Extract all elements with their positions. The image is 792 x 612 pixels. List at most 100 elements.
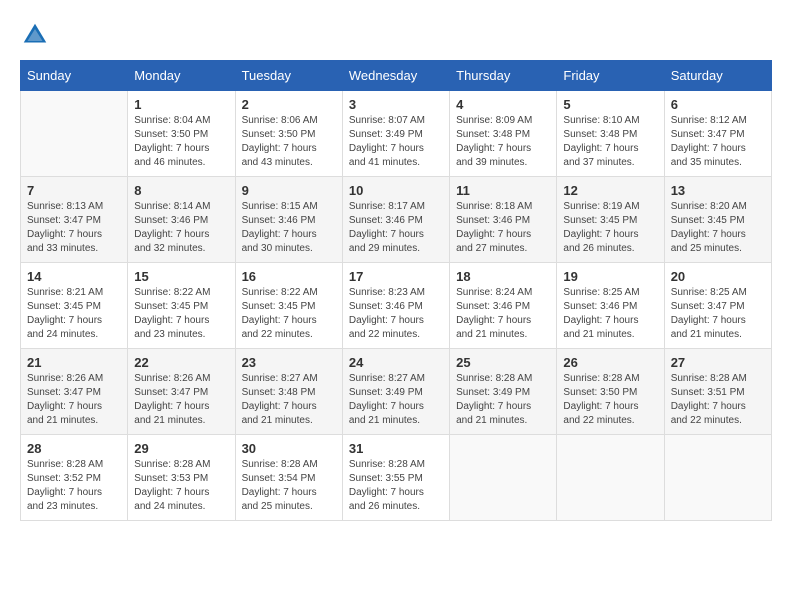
day-info: Sunrise: 8:06 AMSunset: 3:50 PMDaylight:…: [242, 114, 336, 170]
day-info: Sunrise: 8:13 AMSunset: 3:47 PMDaylight:…: [27, 200, 121, 256]
day-info: Sunrise: 8:14 AMSunset: 3:46 PMDaylight:…: [134, 200, 228, 256]
day-number: 30: [242, 441, 336, 456]
day-info: Sunrise: 8:28 AMSunset: 3:49 PMDaylight:…: [456, 372, 550, 428]
calendar-week-row: 28 Sunrise: 8:28 AMSunset: 3:52 PMDayligh…: [21, 435, 772, 521]
day-info: Sunrise: 8:19 AMSunset: 3:45 PMDaylight:…: [563, 200, 657, 256]
calendar-cell: [21, 91, 128, 177]
calendar-cell: 8 Sunrise: 8:14 AMSunset: 3:46 PMDaylight…: [128, 177, 235, 263]
day-number: 10: [349, 183, 443, 198]
calendar-cell: 26 Sunrise: 8:28 AMSunset: 3:50 PMDayligh…: [557, 349, 664, 435]
day-info: Sunrise: 8:25 AMSunset: 3:47 PMDaylight:…: [671, 286, 765, 342]
calendar-cell: 21 Sunrise: 8:26 AMSunset: 3:47 PMDayligh…: [21, 349, 128, 435]
day-number: 5: [563, 97, 657, 112]
day-info: Sunrise: 8:28 AMSunset: 3:54 PMDaylight:…: [242, 458, 336, 514]
calendar-cell: 15 Sunrise: 8:22 AMSunset: 3:45 PMDayligh…: [128, 263, 235, 349]
day-number: 2: [242, 97, 336, 112]
day-header-tuesday: Tuesday: [235, 61, 342, 91]
day-number: 19: [563, 269, 657, 284]
calendar-cell: 24Sunrise: 8:27 AMSunset: 3:49 PMDayligh…: [342, 349, 449, 435]
day-number: 7: [27, 183, 121, 198]
day-info: Sunrise: 8:04 AMSunset: 3:50 PMDaylight:…: [134, 114, 228, 170]
day-number: 29: [134, 441, 228, 456]
calendar-cell: 22 Sunrise: 8:26 AMSunset: 3:47 PMDayligh…: [128, 349, 235, 435]
day-info: Sunrise: 8:27 AMSunset: 3:48 PMDaylight:…: [242, 372, 336, 428]
day-header-monday: Monday: [128, 61, 235, 91]
day-info: Sunrise: 8:22 AMSunset: 3:45 PMDaylight:…: [242, 286, 336, 342]
calendar-week-row: 7 Sunrise: 8:13 AMSunset: 3:47 PMDaylight…: [21, 177, 772, 263]
day-info: Sunrise: 8:27 AMSunset: 3:49 PMDaylight:…: [349, 372, 443, 428]
day-number: 20: [671, 269, 765, 284]
day-number: 31: [349, 441, 443, 456]
calendar-cell: 14 Sunrise: 8:21 AMSunset: 3:45 PMDayligh…: [21, 263, 128, 349]
day-number: 6: [671, 97, 765, 112]
calendar-cell: 7 Sunrise: 8:13 AMSunset: 3:47 PMDaylight…: [21, 177, 128, 263]
day-info: Sunrise: 8:28 AMSunset: 3:52 PMDaylight:…: [27, 458, 121, 514]
calendar-cell: 3 Sunrise: 8:07 AMSunset: 3:49 PMDaylight…: [342, 91, 449, 177]
calendar-cell: [664, 435, 771, 521]
calendar-cell: 10Sunrise: 8:17 AMSunset: 3:46 PMDayligh…: [342, 177, 449, 263]
calendar-cell: 1 Sunrise: 8:04 AMSunset: 3:50 PMDaylight…: [128, 91, 235, 177]
day-number: 15: [134, 269, 228, 284]
day-number: 14: [27, 269, 121, 284]
day-number: 18: [456, 269, 550, 284]
day-header-sunday: Sunday: [21, 61, 128, 91]
day-number: 8: [134, 183, 228, 198]
day-number: 25: [456, 355, 550, 370]
calendar-table: SundayMondayTuesdayWednesdayThursdayFrid…: [20, 60, 772, 521]
day-number: 1: [134, 97, 228, 112]
calendar-cell: 18 Sunrise: 8:24 AMSunset: 3:46 PMDayligh…: [450, 263, 557, 349]
logo-icon: [20, 20, 50, 50]
day-header-wednesday: Wednesday: [342, 61, 449, 91]
calendar-cell: 12 Sunrise: 8:19 AMSunset: 3:45 PMDayligh…: [557, 177, 664, 263]
day-number: 13: [671, 183, 765, 198]
calendar-week-row: 21 Sunrise: 8:26 AMSunset: 3:47 PMDayligh…: [21, 349, 772, 435]
day-number: 17: [349, 269, 443, 284]
day-info: Sunrise: 8:28 AMSunset: 3:50 PMDaylight:…: [563, 372, 657, 428]
day-info: Sunrise: 8:24 AMSunset: 3:46 PMDaylight:…: [456, 286, 550, 342]
calendar-cell: 4 Sunrise: 8:09 AMSunset: 3:48 PMDaylight…: [450, 91, 557, 177]
day-header-saturday: Saturday: [664, 61, 771, 91]
day-number: 21: [27, 355, 121, 370]
calendar-cell: 2 Sunrise: 8:06 AMSunset: 3:50 PMDaylight…: [235, 91, 342, 177]
day-number: 28: [27, 441, 121, 456]
calendar-cell: 27Sunrise: 8:28 AMSunset: 3:51 PMDayligh…: [664, 349, 771, 435]
day-info: Sunrise: 8:07 AMSunset: 3:49 PMDaylight:…: [349, 114, 443, 170]
calendar-cell: 25 Sunrise: 8:28 AMSunset: 3:49 PMDayligh…: [450, 349, 557, 435]
calendar-cell: 23Sunrise: 8:27 AMSunset: 3:48 PMDayligh…: [235, 349, 342, 435]
day-number: 12: [563, 183, 657, 198]
calendar-cell: 28 Sunrise: 8:28 AMSunset: 3:52 PMDayligh…: [21, 435, 128, 521]
day-header-friday: Friday: [557, 61, 664, 91]
day-info: Sunrise: 8:21 AMSunset: 3:45 PMDaylight:…: [27, 286, 121, 342]
day-number: 9: [242, 183, 336, 198]
day-number: 26: [563, 355, 657, 370]
calendar-week-row: 14 Sunrise: 8:21 AMSunset: 3:45 PMDayligh…: [21, 263, 772, 349]
day-header-thursday: Thursday: [450, 61, 557, 91]
calendar-header-row: SundayMondayTuesdayWednesdayThursdayFrid…: [21, 61, 772, 91]
day-info: Sunrise: 8:25 AMSunset: 3:46 PMDaylight:…: [563, 286, 657, 342]
day-info: Sunrise: 8:26 AMSunset: 3:47 PMDaylight:…: [134, 372, 228, 428]
calendar-cell: 16Sunrise: 8:22 AMSunset: 3:45 PMDayligh…: [235, 263, 342, 349]
day-info: Sunrise: 8:28 AMSunset: 3:55 PMDaylight:…: [349, 458, 443, 514]
day-number: 3: [349, 97, 443, 112]
calendar-cell: 30 Sunrise: 8:28 AMSunset: 3:54 PMDayligh…: [235, 435, 342, 521]
day-number: 4: [456, 97, 550, 112]
calendar-cell: [557, 435, 664, 521]
page-header: [20, 20, 772, 50]
day-info: Sunrise: 8:18 AMSunset: 3:46 PMDaylight:…: [456, 200, 550, 256]
logo: [20, 20, 54, 50]
day-info: Sunrise: 8:23 AMSunset: 3:46 PMDaylight:…: [349, 286, 443, 342]
calendar-cell: 9 Sunrise: 8:15 AMSunset: 3:46 PMDaylight…: [235, 177, 342, 263]
day-info: Sunrise: 8:12 AMSunset: 3:47 PMDaylight:…: [671, 114, 765, 170]
day-info: Sunrise: 8:28 AMSunset: 3:51 PMDaylight:…: [671, 372, 765, 428]
day-info: Sunrise: 8:22 AMSunset: 3:45 PMDaylight:…: [134, 286, 228, 342]
day-info: Sunrise: 8:26 AMSunset: 3:47 PMDaylight:…: [27, 372, 121, 428]
calendar-cell: 17 Sunrise: 8:23 AMSunset: 3:46 PMDayligh…: [342, 263, 449, 349]
calendar-cell: 31 Sunrise: 8:28 AMSunset: 3:55 PMDayligh…: [342, 435, 449, 521]
day-info: Sunrise: 8:09 AMSunset: 3:48 PMDaylight:…: [456, 114, 550, 170]
calendar-cell: 6 Sunrise: 8:12 AMSunset: 3:47 PMDaylight…: [664, 91, 771, 177]
calendar-cell: 20 Sunrise: 8:25 AMSunset: 3:47 PMDayligh…: [664, 263, 771, 349]
day-number: 22: [134, 355, 228, 370]
calendar-cell: [450, 435, 557, 521]
day-info: Sunrise: 8:10 AMSunset: 3:48 PMDaylight:…: [563, 114, 657, 170]
day-info: Sunrise: 8:15 AMSunset: 3:46 PMDaylight:…: [242, 200, 336, 256]
